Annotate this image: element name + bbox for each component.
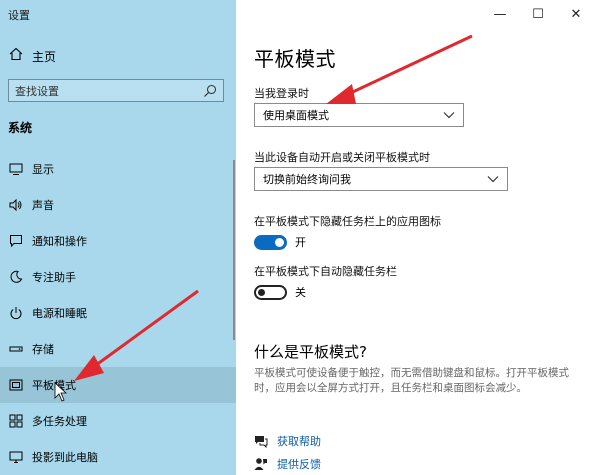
sidebar-item-tablet-mode[interactable]: 平板模式: [0, 367, 236, 403]
sidebar-item-label: 存储: [32, 343, 54, 356]
chevron-down-icon: [487, 173, 499, 186]
sidebar-item-label: 多任务处理: [32, 415, 87, 428]
autohide-state: 关: [295, 286, 306, 299]
sidebar-item-label: 通知和操作: [32, 235, 87, 248]
what-is-description: 平板模式可使设备便于触控，而无需借助键盘和鼠标。打开平板模式时，应用会以全屏方式…: [254, 367, 569, 394]
feedback-link[interactable]: 提供反馈: [254, 456, 321, 472]
sidebar-home-label: 主页: [32, 49, 57, 64]
hide-icons-label: 在平板模式下隐藏任务栏上的应用图标: [254, 215, 441, 228]
sound-icon: [8, 197, 24, 213]
sidebar-nav: 显示 声音 通知和操作 专注助手 电源和睡眠 存储 平板模式 多任务处理 投影到…: [0, 151, 236, 475]
chevron-down-icon: [443, 109, 455, 122]
window-controls: — ☐ ✕: [481, 0, 595, 28]
feedback-label: 提供反馈: [277, 458, 321, 471]
sidebar-item-label: 投影到此电脑: [32, 451, 98, 464]
main-panel: — ☐ ✕ 平板模式 当我登录时 使用桌面模式 当此设备自动开启或关闭平板模式时…: [236, 0, 595, 475]
autohide-toggle[interactable]: [254, 284, 287, 300]
power-icon: [8, 305, 24, 321]
sidebar-item-power[interactable]: 电源和睡眠: [0, 295, 236, 331]
autohide-toggle-row: 关: [254, 284, 306, 300]
hide-icons-toggle-row: 开: [254, 234, 306, 250]
get-help-link[interactable]: 获取帮助: [254, 433, 321, 449]
signin-dropdown[interactable]: 使用桌面模式: [254, 103, 464, 127]
hide-icons-toggle[interactable]: [254, 234, 287, 250]
auto-switch-label: 当此设备自动开启或关闭平板模式时: [254, 151, 430, 164]
hide-icons-state: 开: [295, 236, 306, 249]
sidebar-item-storage[interactable]: 存储: [0, 331, 236, 367]
maximize-button[interactable]: ☐: [519, 0, 557, 28]
auto-switch-dropdown-value: 切换前始终询问我: [263, 173, 351, 186]
search-input[interactable]: 查找设置: [8, 79, 224, 102]
minimize-button[interactable]: —: [481, 0, 519, 28]
page-title: 平板模式: [254, 47, 336, 71]
feedback-person-icon: [254, 457, 268, 471]
sidebar-item-project[interactable]: 投影到此电脑: [0, 439, 236, 475]
sidebar-item-multitasking[interactable]: 多任务处理: [0, 403, 236, 439]
focus-assist-icon: [8, 269, 24, 285]
storage-icon: [8, 341, 24, 357]
sidebar-item-focus-assist[interactable]: 专注助手: [0, 259, 236, 295]
toggle-knob: [275, 237, 284, 247]
display-icon: [8, 161, 24, 177]
close-button[interactable]: ✕: [557, 0, 595, 28]
sidebar-home[interactable]: 主页: [8, 46, 56, 66]
section-title: 系统: [8, 121, 33, 135]
multitasking-icon: [8, 413, 24, 429]
sidebar-item-label: 专注助手: [32, 271, 76, 284]
sidebar-item-label: 声音: [32, 199, 54, 212]
home-icon: [8, 47, 24, 65]
search-placeholder: 查找设置: [15, 84, 59, 98]
auto-switch-dropdown[interactable]: 切换前始终询问我: [254, 167, 508, 191]
get-help-label: 获取帮助: [277, 435, 321, 448]
sidebar-item-display[interactable]: 显示: [0, 151, 236, 187]
project-icon: [8, 449, 24, 465]
sidebar-item-label: 显示: [32, 163, 54, 176]
autohide-label: 在平板模式下自动隐藏任务栏: [254, 265, 397, 278]
signin-dropdown-value: 使用桌面模式: [263, 109, 329, 122]
sidebar-item-label: 电源和睡眠: [32, 307, 87, 320]
sidebar-item-label: 平板模式: [32, 379, 76, 392]
sidebar-item-sound[interactable]: 声音: [0, 187, 236, 223]
help-chat-icon: [254, 434, 268, 449]
sidebar-item-notifications[interactable]: 通知和操作: [0, 223, 236, 259]
window-title: 设置: [8, 9, 30, 22]
what-is-title: 什么是平板模式?: [254, 343, 367, 361]
signin-label: 当我登录时: [254, 87, 309, 100]
notification-icon: [8, 233, 24, 249]
search-icon: [203, 84, 217, 98]
sidebar-scrollbar[interactable]: [233, 160, 235, 340]
sidebar: 设置 主页 查找设置 系统 显示 声音 通知和操作 专注助手 电源和睡眠 存储 …: [0, 0, 236, 475]
tablet-mode-icon: [8, 377, 24, 393]
toggle-knob: [258, 288, 265, 296]
